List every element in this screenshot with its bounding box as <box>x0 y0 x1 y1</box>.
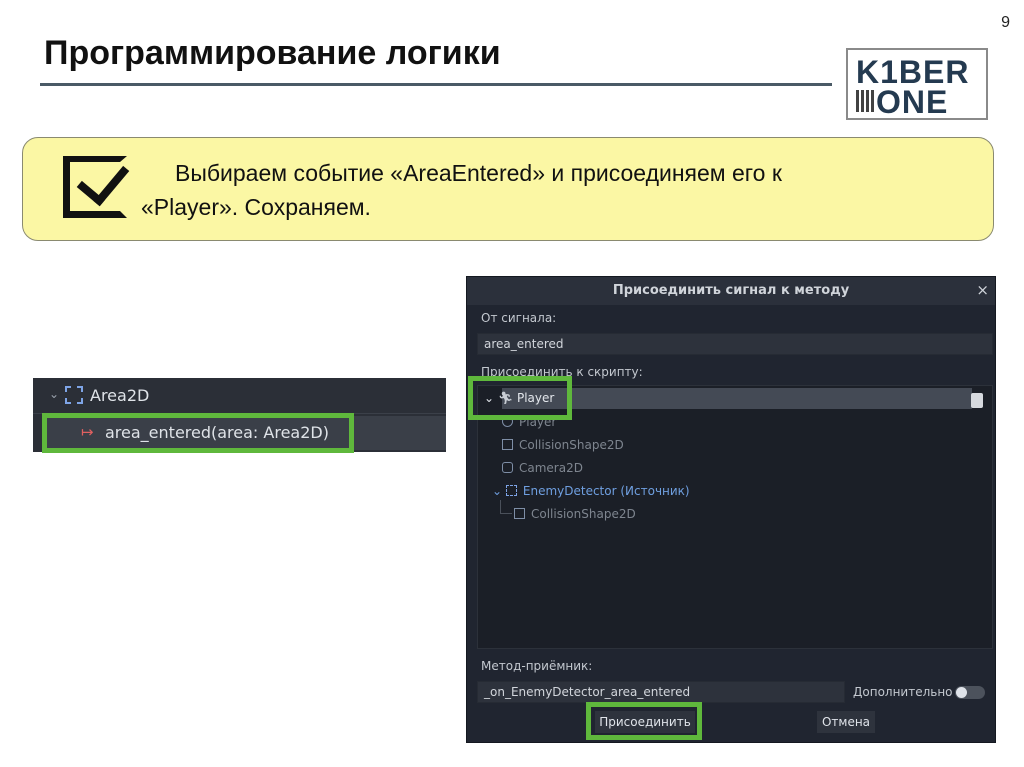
collision-shape-icon <box>514 508 525 519</box>
from-signal-field[interactable]: area_entered <box>477 333 993 355</box>
tree-item-collision-shape[interactable]: CollisionShape2D <box>502 438 624 452</box>
from-signal-label: От сигнала: <box>481 311 557 325</box>
logo-row2: ONE <box>876 84 949 120</box>
signal-group-row[interactable]: ⌄ Area2D <box>33 378 446 414</box>
highlight-player-box <box>468 376 572 420</box>
dialog-header: Присоединить сигнал к методу × <box>467 277 995 305</box>
checkbox-check-icon <box>63 156 127 218</box>
cancel-button[interactable]: Отмена <box>817 711 875 733</box>
tree-item-label: CollisionShape2D <box>519 438 624 452</box>
highlight-signal-box <box>42 413 354 453</box>
camera-icon <box>502 462 513 473</box>
tree-item-camera[interactable]: Camera2D <box>502 461 583 475</box>
tree-item-label: EnemyDetector (Источник) <box>522 484 690 498</box>
kiberone-logo: K1BER ONE <box>846 48 988 120</box>
slide-title: Программирование логики <box>44 34 501 72</box>
advanced-toggle[interactable] <box>955 686 985 699</box>
tree-connector-line <box>500 500 512 514</box>
script-icon[interactable] <box>971 393 983 408</box>
instruction-note: Выбираем событие «AreaEntered» и присоед… <box>22 137 994 241</box>
chevron-down-icon[interactable]: ⌄ <box>492 484 502 498</box>
chevron-down-icon[interactable]: ⌄ <box>49 387 59 401</box>
collision-shape-icon <box>502 439 513 450</box>
area2d-icon <box>505 485 517 496</box>
scene-tree: ⌄ 🏃︎ Player Player CollisionShape2D Came… <box>477 385 993 649</box>
advanced-label: Дополнительно <box>853 685 953 699</box>
qr-code-icon <box>856 90 874 112</box>
tree-item-enemy-detector[interactable]: ⌄ EnemyDetector (Источник) <box>492 484 690 498</box>
instruction-line2: «Player». Сохраняем. <box>141 194 371 220</box>
tree-item-label: CollisionShape2D <box>531 507 636 521</box>
instruction-text: Выбираем событие «AreaEntered» и присоед… <box>141 156 941 224</box>
tree-item-enemy-collision-shape[interactable]: CollisionShape2D <box>514 507 636 521</box>
signal-group-label: Area2D <box>90 386 150 405</box>
close-icon[interactable]: × <box>976 281 989 299</box>
instruction-line1: Выбираем событие «AreaEntered» и присоед… <box>175 160 782 186</box>
connect-signal-dialog: Присоединить сигнал к методу × От сигнал… <box>466 276 996 743</box>
area2d-icon <box>65 386 83 404</box>
title-divider <box>40 83 832 86</box>
dialog-title: Присоединить сигнал к методу <box>612 283 850 298</box>
page-number: 9 <box>1001 14 1010 31</box>
tree-selection <box>502 388 972 409</box>
tree-item-label: Camera2D <box>519 461 583 475</box>
highlight-connect-button-box <box>586 702 702 740</box>
receiver-method-label: Метод-приёмник: <box>481 659 593 673</box>
receiver-method-field[interactable]: _on_EnemyDetector_area_entered <box>477 681 845 703</box>
